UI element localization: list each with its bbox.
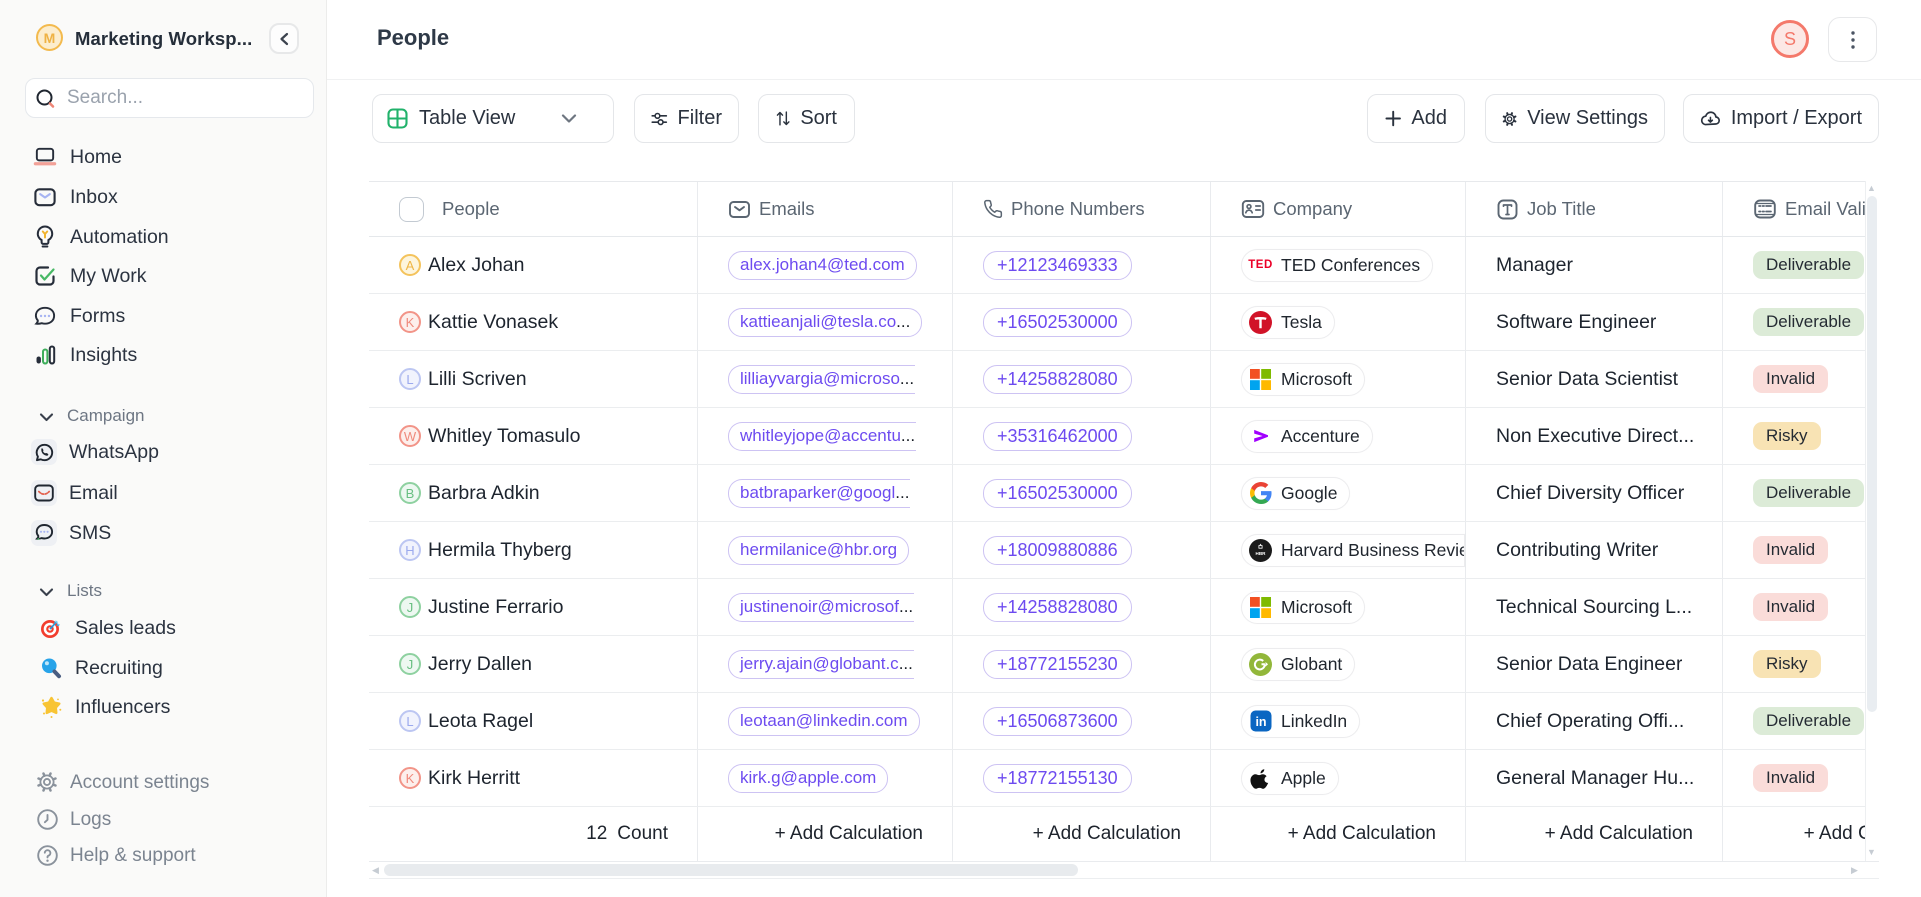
svg-text:in: in bbox=[1255, 715, 1266, 729]
svg-text:HBR: HBR bbox=[1256, 550, 1267, 555]
